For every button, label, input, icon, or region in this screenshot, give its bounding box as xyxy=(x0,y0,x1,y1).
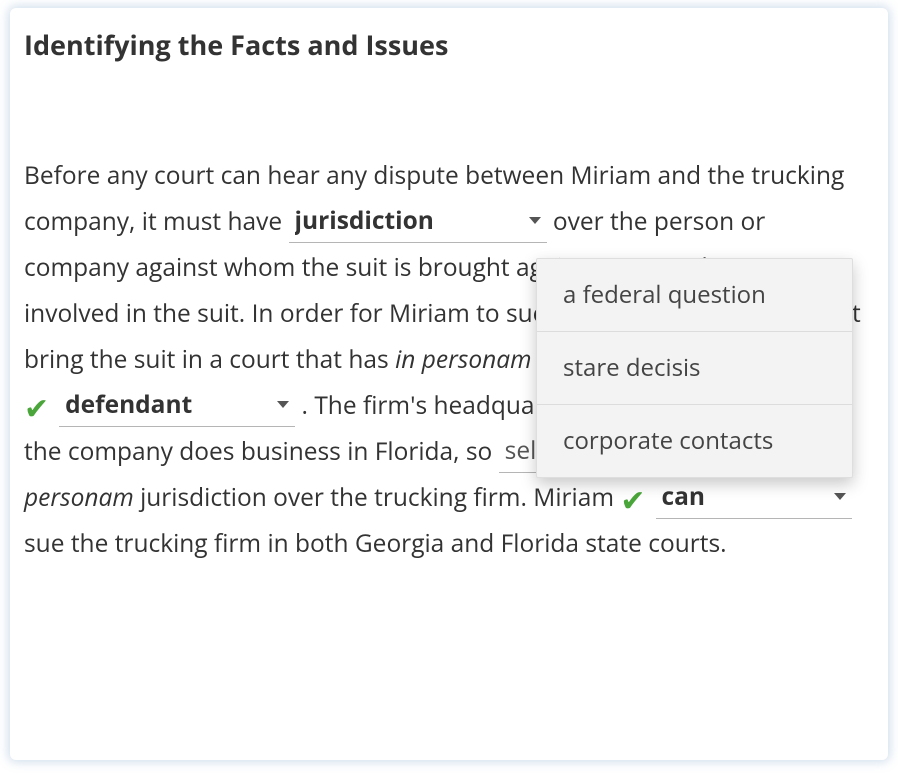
section-heading: Identifying the Facts and Issues xyxy=(24,26,876,63)
dropdown-option[interactable]: a federal question xyxy=(537,259,852,332)
select-jurisdiction-label: jurisdiction xyxy=(295,198,434,244)
select-can-wrapper: ✔ can xyxy=(620,479,851,519)
italic-term: in personam xyxy=(395,343,531,376)
dropdown-option[interactable]: stare decisis xyxy=(537,332,852,405)
caret-down-icon xyxy=(529,217,541,224)
caret-down-icon xyxy=(834,493,846,500)
dropdown-option[interactable]: corporate contacts xyxy=(537,405,852,477)
caret-down-icon xyxy=(277,401,289,408)
select-jurisdiction[interactable]: jurisdiction xyxy=(289,203,547,243)
select-defendant-wrapper: ✔ defendant xyxy=(24,387,295,427)
select-defendant-label: defendant xyxy=(65,382,192,428)
select-can-label: can xyxy=(662,474,706,520)
select-can[interactable]: can xyxy=(656,479,852,519)
check-icon: ✔ xyxy=(620,485,645,515)
question-card: Identifying the Facts and Issues Before … xyxy=(10,8,888,760)
dropdown-menu: a federal question stare decisis corpora… xyxy=(536,258,853,478)
check-icon: ✔ xyxy=(24,393,49,423)
body-text-segment: jurisdiction over the trucking firm. Mir… xyxy=(134,481,621,514)
body-text-segment: sue the trucking firm in both Georgia an… xyxy=(24,527,727,560)
select-defendant[interactable]: defendant xyxy=(59,387,295,427)
select-jurisdiction-wrapper: jurisdiction xyxy=(289,203,547,243)
